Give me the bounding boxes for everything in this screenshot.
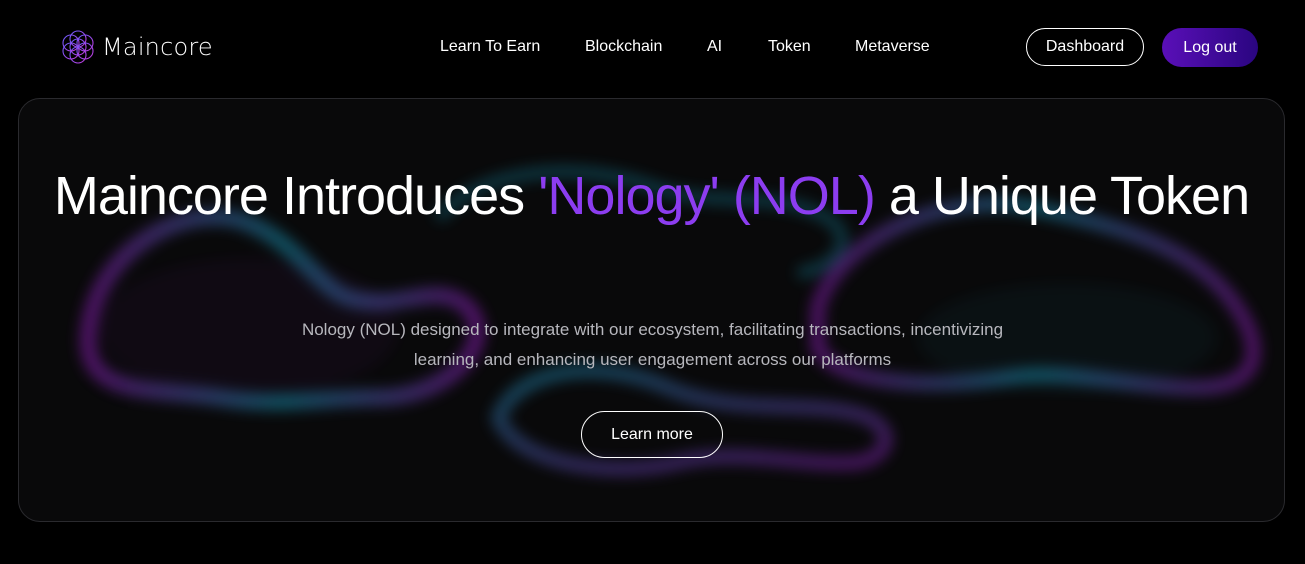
hero-banner: Maincore Introduces 'Nology' (NOL) a Uni… — [18, 98, 1285, 522]
learn-more-button[interactable]: Learn more — [581, 411, 723, 458]
logout-button[interactable]: Log out — [1162, 28, 1258, 67]
nav-item-token[interactable]: Token — [768, 38, 811, 56]
hero-title-part-2: a Unique Token — [874, 166, 1250, 226]
nav-item-metaverse[interactable]: Metaverse — [855, 38, 930, 56]
hero-title-highlight: 'Nology' (NOL) — [538, 166, 876, 226]
hero-title-part-1: Maincore Introduces — [53, 166, 539, 226]
nav-item-learn-to-earn[interactable]: Learn To Earn — [440, 38, 540, 56]
hero-description: Nology (NOL) designed to integrate with … — [301, 320, 1004, 369]
nav-item-blockchain[interactable]: Blockchain — [585, 38, 662, 56]
hero-title: Maincore Introduces 'Nology' (NOL) a Uni… — [19, 163, 1284, 229]
nav-item-ai[interactable]: AI — [707, 38, 722, 56]
dashboard-button[interactable]: Dashboard — [1026, 28, 1144, 66]
top-navbar: Maincore Learn To Earn Blockchain AI Tok… — [0, 0, 1305, 96]
